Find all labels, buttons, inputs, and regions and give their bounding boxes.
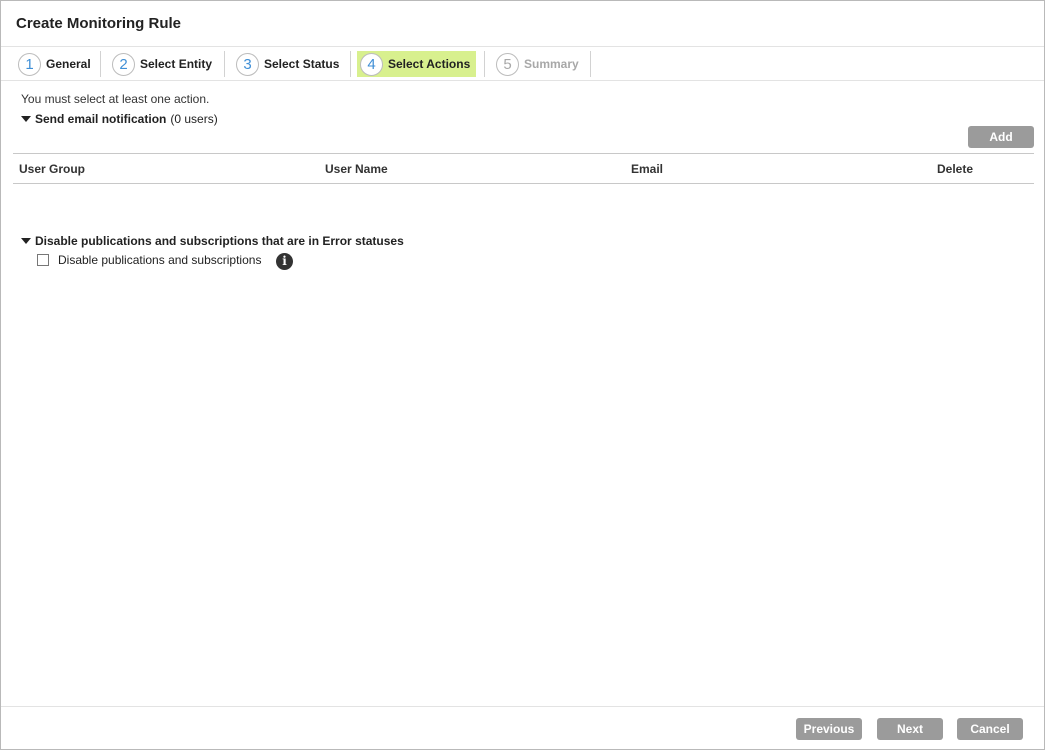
wizard-step-select-status[interactable]: 3 Select Status bbox=[233, 51, 345, 77]
disable-section-header[interactable]: Disable publications and subscriptions t… bbox=[21, 234, 404, 248]
disable-section-title: Disable publications and subscriptions t… bbox=[35, 234, 404, 248]
disable-pubs-subs-label[interactable]: Disable publications and subscriptions bbox=[58, 253, 261, 267]
column-header-user-name[interactable]: User Name bbox=[325, 162, 388, 176]
cancel-button[interactable]: Cancel bbox=[957, 718, 1023, 740]
step-label: Select Actions bbox=[388, 57, 471, 71]
collapse-triangle-icon bbox=[21, 116, 31, 122]
dialog-title: Create Monitoring Rule bbox=[16, 15, 182, 32]
create-monitoring-rule-dialog: Create Monitoring Rule 1 General 2 Selec… bbox=[0, 0, 1045, 750]
step-number: 3 bbox=[236, 52, 259, 76]
step-number: 1 bbox=[18, 52, 41, 76]
email-section-title: Send email notification bbox=[35, 112, 167, 126]
email-section-header[interactable]: Send email notification (0 users) bbox=[21, 112, 218, 126]
step-separator bbox=[224, 51, 225, 77]
validation-hint: You must select at least one action. bbox=[21, 92, 210, 106]
footer-divider bbox=[1, 706, 1044, 707]
add-button[interactable]: Add bbox=[968, 126, 1034, 148]
step-separator bbox=[484, 51, 485, 77]
step-number: 4 bbox=[360, 52, 383, 76]
disable-pubs-subs-row: Disable publications and subscriptions bbox=[37, 253, 261, 267]
step-separator bbox=[590, 51, 591, 77]
collapse-triangle-icon bbox=[21, 238, 31, 244]
wizard-step-select-actions[interactable]: 4 Select Actions bbox=[357, 51, 477, 77]
column-header-user-group[interactable]: User Group bbox=[19, 162, 85, 176]
column-header-email[interactable]: Email bbox=[631, 162, 663, 176]
next-button[interactable]: Next bbox=[877, 718, 943, 740]
wizard-step-select-entity[interactable]: 2 Select Entity bbox=[109, 51, 218, 77]
disable-pubs-subs-checkbox[interactable] bbox=[37, 254, 49, 266]
email-user-count: (0 users) bbox=[170, 112, 218, 126]
step-number: 2 bbox=[112, 52, 135, 76]
step-label: General bbox=[46, 57, 91, 71]
step-label: Summary bbox=[524, 57, 579, 71]
step-separator bbox=[100, 51, 101, 77]
column-header-delete[interactable]: Delete bbox=[937, 162, 973, 176]
wizard-step-general[interactable]: 1 General bbox=[15, 51, 97, 77]
users-table-header: User Group User Name Email Delete bbox=[13, 153, 1034, 184]
info-icon[interactable]: i bbox=[276, 253, 293, 270]
wizard-step-summary: 5 Summary bbox=[493, 51, 585, 77]
step-label: Select Entity bbox=[140, 57, 213, 71]
previous-button[interactable]: Previous bbox=[796, 718, 862, 740]
step-label: Select Status bbox=[264, 57, 340, 71]
wizard-steps: 1 General 2 Select Entity 3 Select Statu… bbox=[1, 46, 1044, 81]
step-number: 5 bbox=[496, 52, 519, 76]
step-separator bbox=[350, 51, 351, 77]
